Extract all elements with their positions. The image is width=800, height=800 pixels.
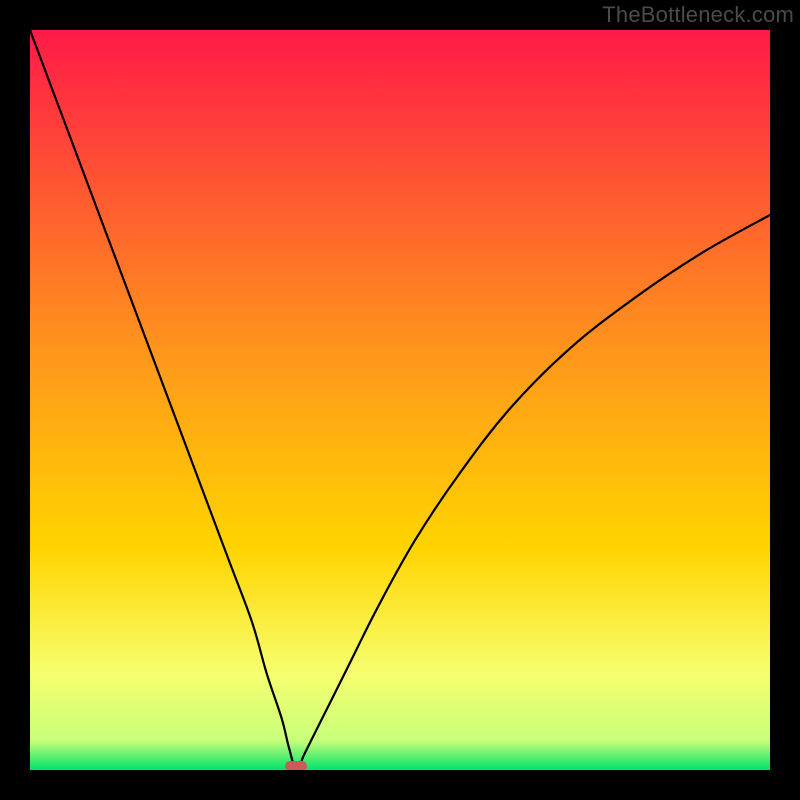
- optimum-marker: [285, 761, 307, 770]
- chart-frame: TheBottleneck.com: [0, 0, 800, 800]
- plot-area: [30, 30, 770, 770]
- attribution-text: TheBottleneck.com: [602, 2, 794, 28]
- bottleneck-curve: [30, 30, 770, 770]
